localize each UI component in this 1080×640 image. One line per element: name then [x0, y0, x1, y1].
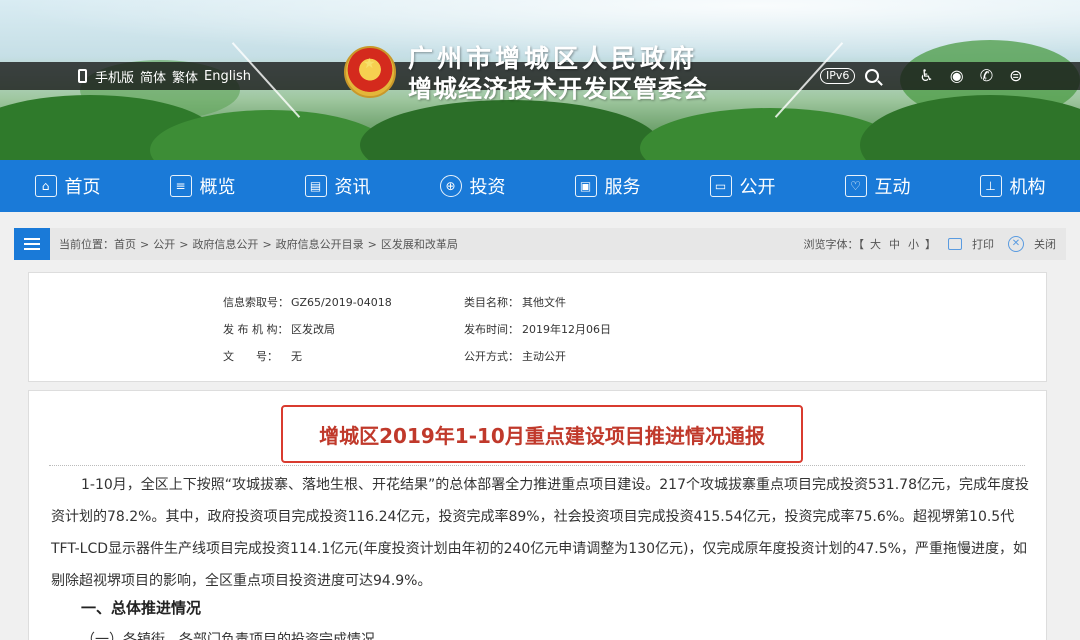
article-paragraph: 1-10月，全区上下按照“攻城拔寨、落地生根、开花结果”的总体部署全力推进重点项… — [51, 477, 1029, 589]
nav-item-overview[interactable]: ≡ 概览 — [135, 160, 270, 212]
info-category-row: 类目名称： 其他文件 — [464, 294, 566, 310]
wechat-icon[interactable]: ✆ — [980, 66, 993, 86]
info-category-label: 类目名称： — [464, 296, 519, 309]
nav-item-label: 资讯 — [334, 177, 371, 198]
nav-item-label: 公开 — [739, 177, 776, 198]
nav-item-news[interactable]: ▤ 资讯 — [270, 160, 405, 212]
english-link[interactable]: English — [204, 69, 251, 84]
print-button[interactable]: 打印 — [972, 236, 994, 252]
title-divider — [49, 465, 1025, 466]
org-chart-icon: ⊥ — [979, 175, 1002, 197]
close-icon[interactable]: ✕ — [1008, 236, 1024, 252]
font-size-label-end: 】 — [925, 238, 936, 251]
list-icon — [14, 228, 50, 260]
nav-item-home[interactable]: ⌂ 首页 — [0, 160, 135, 212]
breadcrumb-item-public[interactable]: 公开 — [153, 236, 175, 252]
breadcrumb: 当前位置： 首页 > 公开 > 政府信息公开 > 政府信息公开目录 > 区发展和… — [14, 228, 1066, 260]
nav-item-label: 机构 — [1009, 177, 1046, 198]
info-index-value: GZ65/2019-04018 — [291, 295, 392, 309]
info-index-label: 信息索取号： — [223, 296, 289, 309]
article-body: 增城区2019年1-10月重点建设项目推进情况通报 1-10月，全区上下按照“攻… — [28, 390, 1047, 640]
site-title-line2: 增城经济技术开发区管委会 — [408, 75, 708, 103]
nav-item-label: 概览 — [199, 177, 236, 198]
breadcrumb-item-catalog[interactable]: 政府信息公开目录 — [276, 236, 364, 252]
banner-leaf — [360, 100, 660, 160]
document-info-card: 信息索取号： GZ65/2019-04018 类目名称： 其他文件 发 布 机 … — [28, 272, 1047, 382]
breadcrumb-item-home[interactable]: 首页 — [114, 236, 136, 252]
info-date-value: 2019年12月06日 — [522, 323, 611, 336]
ipv6-badge: IPv6 — [820, 68, 856, 84]
simplified-chinese-link[interactable]: 简体 — [140, 67, 166, 86]
article-title-box: 增城区2019年1-10月重点建设项目推进情况通报 — [281, 405, 803, 463]
info-docno-label: 文 号： — [223, 350, 278, 363]
monitor-icon: ▭ — [709, 175, 732, 197]
app-icon[interactable]: ⊜ — [1009, 66, 1022, 86]
nav-item-services[interactable]: ▣ 服务 — [540, 160, 675, 212]
overview-icon: ≡ — [169, 175, 192, 197]
subsection-heading: （一）各镇街、各部门负责项目的投资完成情况 — [81, 632, 375, 640]
info-docno-row: 文 号： 无 — [223, 348, 302, 364]
national-emblem-logo[interactable] — [344, 46, 396, 98]
briefcase-icon: ▣ — [574, 175, 597, 197]
font-size-label: 浏览字体：【 — [803, 238, 865, 251]
font-large-button[interactable]: 大 — [870, 236, 881, 252]
globe-icon: ⊕ — [439, 175, 462, 197]
search-icon[interactable] — [865, 69, 880, 83]
section-heading: 一、总体推进情况 — [81, 599, 202, 617]
nav-item-organization[interactable]: ⊥ 机构 — [945, 160, 1080, 212]
article-title: 增城区2019年1-10月重点建设项目推进情况通报 — [319, 423, 765, 448]
site-title-line1: 广州市增城区人民政府 — [408, 44, 699, 73]
home-icon: ⌂ — [34, 175, 57, 197]
info-docno-value: 无 — [291, 350, 302, 363]
header-tools: IPv6 ♿ ◉ ✆ ⊜ — [820, 64, 1039, 88]
info-publisher-label: 发 布 机 构： — [223, 323, 289, 336]
main-nav: ⌂ 首页 ≡ 概览 ▤ 资讯 ⊕ 投资 ▣ 服务 ▭ 公开 ♡ 互动 ⊥ 机构 — [0, 160, 1080, 212]
info-mode-row: 公开方式： 主动公开 — [464, 348, 566, 364]
accessibility-icon[interactable]: ♿ — [919, 66, 933, 86]
traditional-chinese-link[interactable]: 繁体 — [172, 67, 198, 86]
banner-leaf — [860, 95, 1080, 160]
breadcrumb-separator: > — [179, 237, 189, 251]
breadcrumb-separator: > — [140, 237, 150, 251]
site-title[interactable]: 广州市增城区人民政府 增城经济技术开发区管委会 — [408, 44, 748, 104]
chat-icon: ♡ — [844, 175, 867, 197]
breadcrumb-separator: > — [367, 237, 377, 251]
page-tools: 浏览字体：【 大 中 小 】 打印 ✕ 关闭 — [803, 228, 1056, 260]
info-publisher-row: 发 布 机 构： 区发改局 — [223, 321, 335, 337]
font-small-button[interactable]: 小 — [908, 236, 919, 252]
nav-item-label: 投资 — [469, 177, 506, 198]
info-mode-label: 公开方式： — [464, 350, 519, 363]
info-category-value: 其他文件 — [522, 296, 566, 309]
nav-item-label: 首页 — [64, 177, 101, 198]
info-mode-value: 主动公开 — [522, 350, 566, 363]
nav-item-interaction[interactable]: ♡ 互动 — [810, 160, 945, 212]
top-left-links: 手机版 简体 繁体 English — [78, 66, 251, 86]
info-index-row: 信息索取号： GZ65/2019-04018 — [223, 294, 392, 310]
mobile-version-link[interactable]: 手机版 — [95, 67, 134, 86]
font-medium-button[interactable]: 中 — [889, 236, 900, 252]
info-publisher-value: 区发改局 — [291, 323, 335, 336]
nav-item-label: 互动 — [874, 177, 911, 198]
print-icon[interactable] — [948, 238, 962, 250]
nav-item-investment[interactable]: ⊕ 投资 — [405, 160, 540, 212]
info-date-row: 发布时间： 2019年12月06日 — [464, 321, 611, 337]
nav-item-label: 服务 — [604, 177, 641, 198]
breadcrumb-item-bureau[interactable]: 区发展和改革局 — [381, 236, 458, 252]
news-icon: ▤ — [304, 175, 327, 197]
mobile-phone-icon[interactable] — [78, 69, 87, 83]
nav-item-public[interactable]: ▭ 公开 — [675, 160, 810, 212]
info-date-label: 发布时间： — [464, 323, 519, 336]
breadcrumb-item-gov-info[interactable]: 政府信息公开 — [192, 236, 258, 252]
weibo-icon[interactable]: ◉ — [950, 66, 964, 86]
breadcrumb-label: 当前位置： — [59, 238, 114, 251]
close-button[interactable]: 关闭 — [1034, 236, 1056, 252]
header-banner: 手机版 简体 繁体 English 广州市增城区人民政府 增城经济技术开发区管委… — [0, 0, 1080, 160]
breadcrumb-separator: > — [262, 237, 272, 251]
